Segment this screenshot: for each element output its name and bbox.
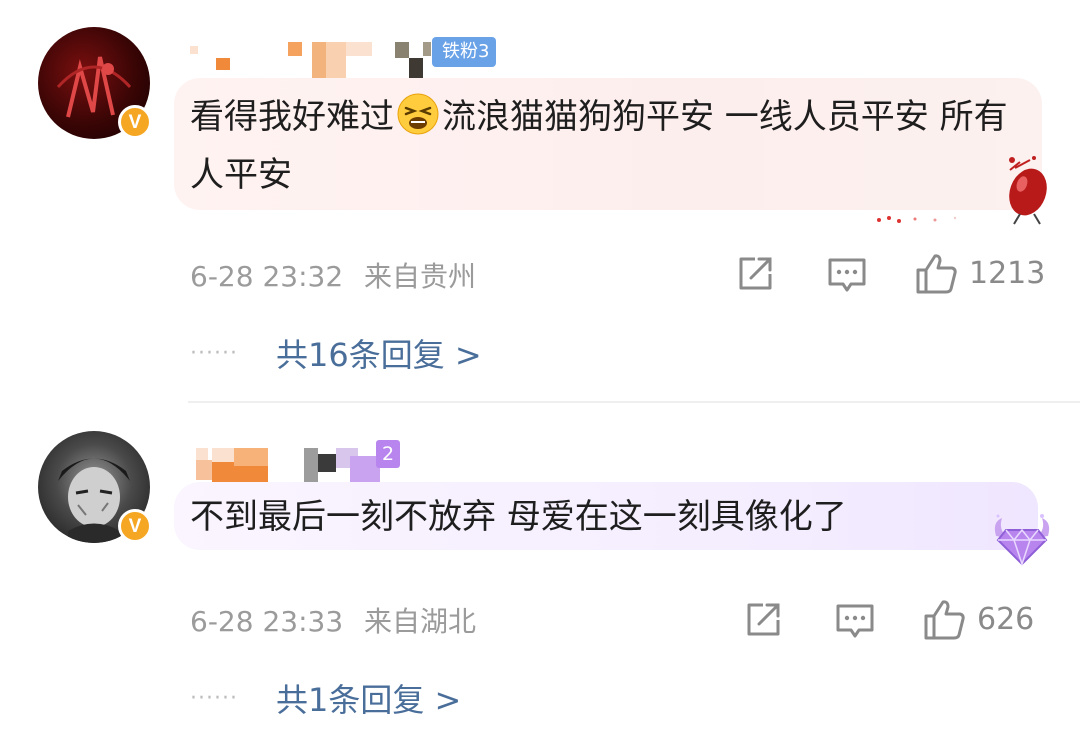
like-count: 1213 bbox=[969, 255, 1046, 291]
vip-diamond-icon bbox=[994, 514, 1050, 567]
level-badge[interactable]: 2 bbox=[376, 440, 400, 468]
comment-meta: 6-28 23:32 来自贵州 bbox=[190, 255, 476, 295]
sparkle-dots-icon bbox=[877, 216, 957, 223]
comment-item: V 铁粉3 看得我好难过 流浪猫猫狗狗平安 一线人员平安 所有人平安 6-28 … bbox=[0, 0, 1080, 400]
comment-icon bbox=[828, 258, 866, 292]
username-blurred[interactable] bbox=[190, 40, 431, 80]
timestamp: 6-28 23:32 bbox=[190, 260, 344, 293]
like-button[interactable]: 1213 bbox=[915, 252, 1045, 294]
reply-dots: ······ bbox=[190, 685, 238, 711]
emoji-weary-icon bbox=[397, 93, 439, 135]
timestamp: 6-28 23:33 bbox=[190, 605, 344, 638]
location: 来自贵州 bbox=[364, 260, 477, 293]
share-button[interactable] bbox=[743, 600, 783, 640]
reply-row[interactable]: ······ 共1条回复 > bbox=[190, 675, 461, 721]
reply-dots: ······ bbox=[190, 340, 238, 366]
like-icon bbox=[916, 254, 957, 294]
comment-icon bbox=[836, 604, 874, 638]
location: 来自湖北 bbox=[364, 605, 477, 638]
comment-meta: 6-28 23:33 来自湖北 bbox=[190, 600, 476, 640]
verified-badge: V bbox=[118, 509, 152, 543]
comment-button[interactable] bbox=[835, 602, 875, 640]
share-icon bbox=[739, 257, 772, 290]
comment-text[interactable]: 不到最后一刻不放弃 母爱在这一刻具像化了 bbox=[190, 488, 1010, 546]
view-replies-link[interactable]: 共1条回复 > bbox=[276, 675, 461, 721]
fan-badge[interactable]: 铁粉3 bbox=[432, 37, 497, 67]
like-icon bbox=[924, 600, 965, 640]
comment-divider bbox=[188, 401, 1080, 403]
reply-row[interactable]: ······ 共16条回复 > bbox=[190, 330, 482, 376]
comment-button[interactable] bbox=[827, 256, 867, 294]
like-button[interactable]: 626 bbox=[923, 598, 1034, 640]
like-count: 626 bbox=[977, 601, 1035, 637]
view-replies-link[interactable]: 共16条回复 > bbox=[276, 330, 482, 376]
verified-badge: V bbox=[118, 105, 152, 139]
comment-text[interactable]: 看得我好难过 流浪猫猫狗狗平安 一线人员平安 所有人平安 bbox=[190, 88, 1030, 204]
share-icon bbox=[747, 603, 780, 636]
bean-sticker-icon bbox=[1009, 156, 1047, 225]
share-button[interactable] bbox=[735, 254, 775, 294]
